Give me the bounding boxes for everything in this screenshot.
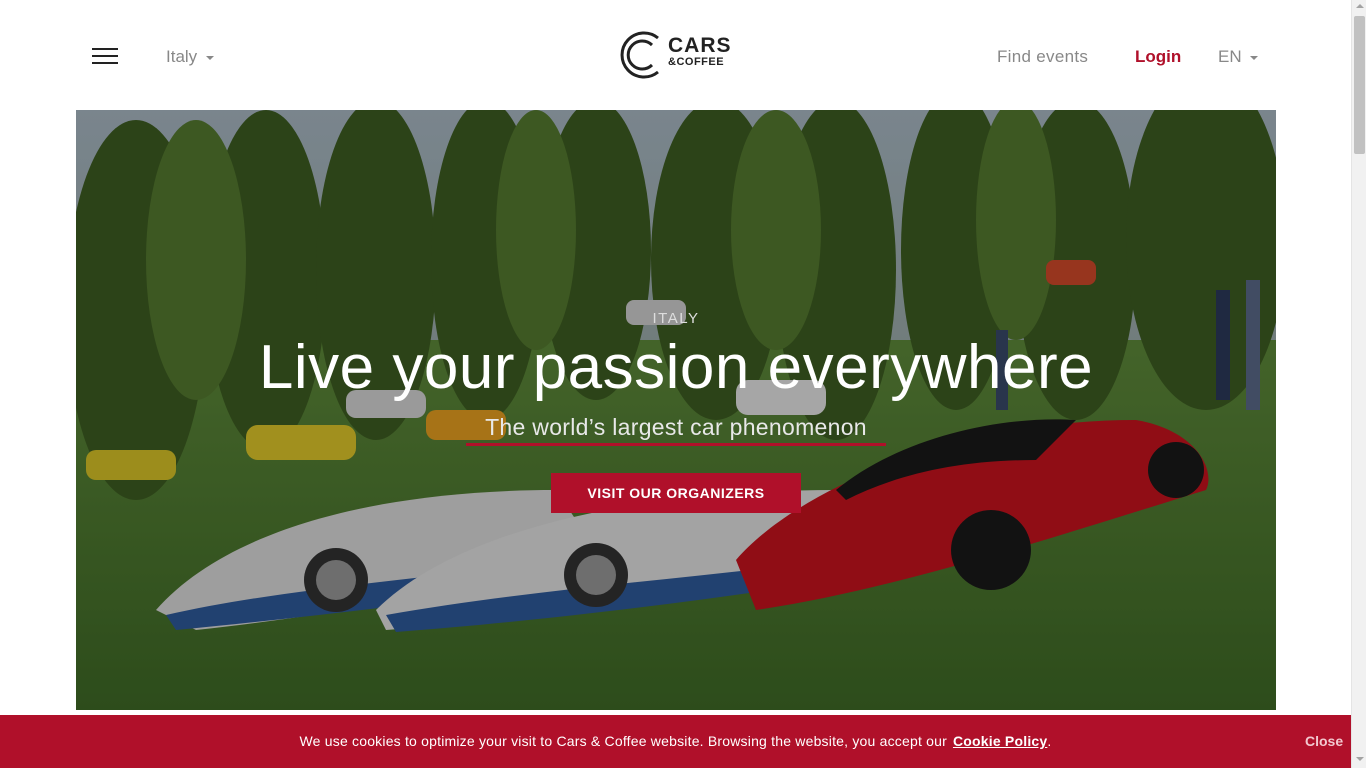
page-scrollbar[interactable] bbox=[1351, 0, 1366, 768]
logo-line-2: &COFFEE bbox=[668, 56, 725, 68]
cookie-message-period: . bbox=[1047, 733, 1052, 749]
login-link[interactable]: Login bbox=[1135, 47, 1181, 67]
visit-organizers-button[interactable]: VISIT OUR ORGANIZERS bbox=[551, 473, 801, 513]
logo-line-1: CARS bbox=[668, 34, 732, 57]
menu-icon[interactable] bbox=[92, 48, 118, 66]
country-selector[interactable]: Italy bbox=[166, 47, 214, 67]
hero-subtitle: The world’s largest car phenomenon bbox=[466, 414, 886, 446]
caret-down-icon bbox=[1250, 55, 1259, 60]
cookie-policy-link[interactable]: Cookie Policy bbox=[953, 733, 1047, 749]
scrollbar-thumb[interactable] bbox=[1354, 16, 1365, 154]
language-selector-label: EN bbox=[1218, 47, 1242, 66]
cookie-banner: We use cookies to optimize your visit to… bbox=[0, 715, 1351, 768]
hero-country-label: ITALY bbox=[652, 310, 700, 327]
language-selector[interactable]: EN bbox=[1218, 47, 1259, 67]
scroll-up-icon[interactable] bbox=[1356, 4, 1364, 8]
scroll-down-icon[interactable] bbox=[1356, 757, 1364, 761]
cars-coffee-logo-icon bbox=[620, 31, 659, 79]
hero-overlay bbox=[76, 110, 1276, 710]
cookie-close-button[interactable]: Close bbox=[1305, 733, 1343, 749]
site-header: Italy CARS &COFFEE Find events Login EN bbox=[0, 0, 1351, 110]
caret-down-icon bbox=[205, 55, 214, 60]
cookie-message: We use cookies to optimize your visit to… bbox=[0, 733, 1351, 749]
logo-wordmark: CARS &COFFEE bbox=[668, 34, 732, 68]
hero-banner: ITALY Live your passion everywhere The w… bbox=[76, 110, 1276, 710]
find-events-link[interactable]: Find events bbox=[997, 47, 1088, 67]
hero-title: Live your passion everywhere bbox=[258, 333, 1094, 402]
country-selector-label: Italy bbox=[166, 47, 198, 66]
site-logo[interactable]: CARS &COFFEE bbox=[614, 28, 738, 82]
cookie-message-text: We use cookies to optimize your visit to… bbox=[299, 733, 947, 749]
